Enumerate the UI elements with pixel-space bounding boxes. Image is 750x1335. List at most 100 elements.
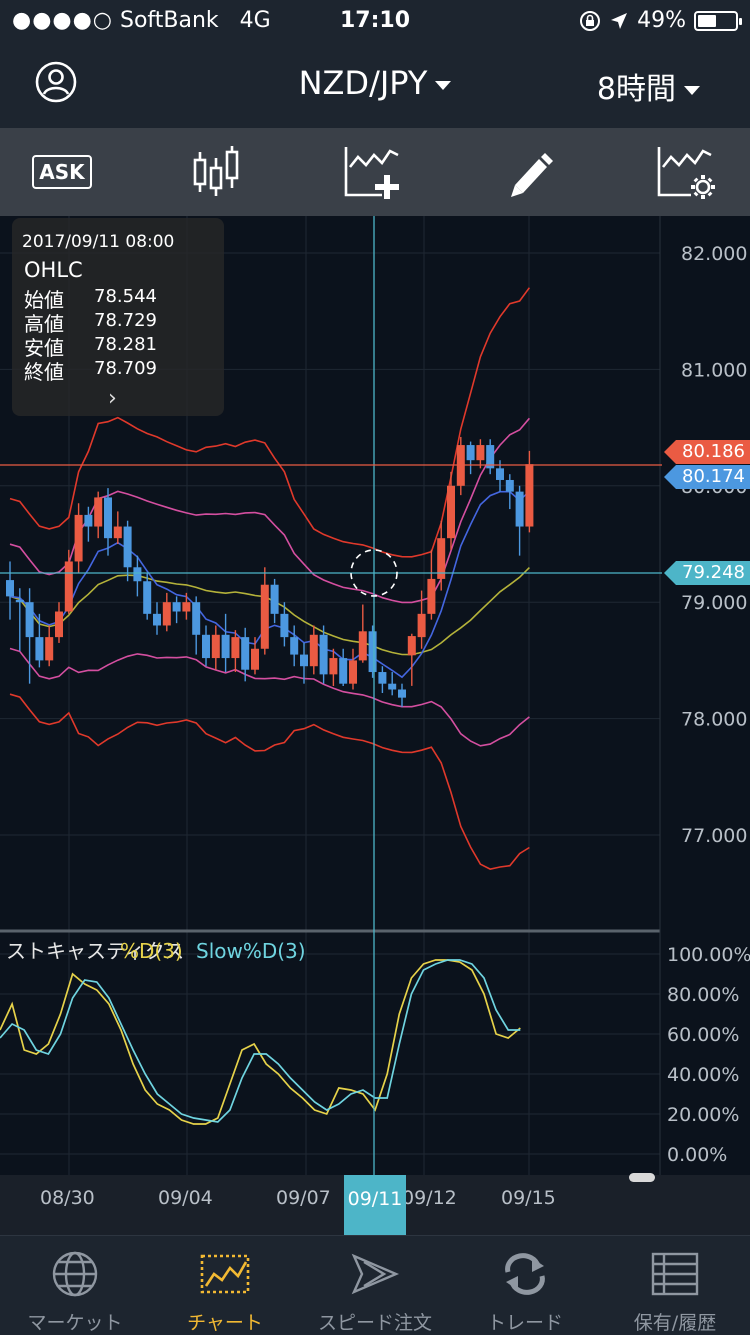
bid-price-value: 80.186 xyxy=(682,441,745,462)
stoch-d-label: %D(3) xyxy=(120,939,183,963)
candle-body xyxy=(525,464,534,527)
status-bar: ●●●●○ SoftBank 4G 17:10 49% xyxy=(0,0,750,42)
candle-body xyxy=(211,634,220,659)
bid-price-tag: 80.186 xyxy=(664,440,750,464)
crosshair-price-value: 79.248 xyxy=(682,562,745,583)
battery-percent: 49% xyxy=(637,8,686,33)
chart-settings-button[interactable] xyxy=(654,142,718,202)
candle-body xyxy=(515,491,524,527)
ohlc-popup[interactable]: 2017/09/11 08:00 OHLC 始値 78.544 高値 78.729 … xyxy=(12,218,224,416)
period-selector[interactable]: 8時間 xyxy=(597,64,700,108)
crosshair-date-label: 09/11 xyxy=(344,1175,406,1235)
candle-body xyxy=(182,602,191,612)
tab-speed-order[interactable]: スピード注文 xyxy=(300,1236,450,1335)
candle-body xyxy=(417,613,426,638)
x-tick-label: 09/15 xyxy=(501,1187,556,1209)
candle-body xyxy=(113,526,122,539)
candle-body xyxy=(104,497,112,539)
candle-body xyxy=(447,485,455,539)
chart-icon xyxy=(200,1254,250,1294)
y-tick-label: 77.000 xyxy=(681,825,747,847)
ask-bid-toggle-button[interactable]: ASK xyxy=(30,142,94,202)
candle-body xyxy=(339,658,348,684)
ohlc-close-row: 終値 78.709 xyxy=(24,356,214,385)
candle-body xyxy=(231,637,240,659)
candle-body xyxy=(427,578,436,614)
tab-chart[interactable]: チャート xyxy=(150,1236,300,1335)
candle-body xyxy=(319,634,328,675)
candle-body xyxy=(35,637,44,661)
candle-body xyxy=(172,602,181,612)
candle-body xyxy=(45,637,54,661)
drawing-tool-button[interactable] xyxy=(498,142,562,202)
stoch-slow-label: Slow%D(3) xyxy=(196,939,306,963)
ohlc-datetime: 2017/09/11 08:00 xyxy=(22,232,175,252)
candle-body xyxy=(260,584,269,649)
tab-trade[interactable]: トレード xyxy=(450,1236,600,1335)
candle-body xyxy=(64,561,73,612)
candle-body xyxy=(300,654,308,667)
crosshair-price-tag: 79.248 xyxy=(664,561,750,585)
candle-body xyxy=(270,584,279,614)
chevron-down-icon xyxy=(435,80,452,90)
battery-icon xyxy=(694,10,742,31)
candle-body xyxy=(55,611,63,638)
candle-body xyxy=(349,660,357,684)
status-right: 49% xyxy=(579,8,742,33)
candle-body xyxy=(6,580,14,597)
candle-body xyxy=(466,445,475,461)
candle-body xyxy=(192,602,201,635)
y-tick-label: 81.000 xyxy=(681,359,747,381)
candle-body xyxy=(84,514,93,527)
candle-body xyxy=(280,613,289,638)
tab-positions-history[interactable]: 保有/履歴 xyxy=(600,1236,750,1335)
ask-price-value: 80.174 xyxy=(682,466,745,487)
candlestick-icon xyxy=(193,146,239,196)
candle-body xyxy=(143,581,152,614)
candle-body xyxy=(398,689,406,698)
candle-body xyxy=(388,683,397,690)
candle-body xyxy=(74,514,83,562)
candle-body xyxy=(25,602,34,638)
list-table-icon xyxy=(651,1252,699,1296)
candle-body xyxy=(15,599,24,603)
stoch-tick-label: 100.00% xyxy=(667,944,750,966)
tab-label: チャート xyxy=(187,1312,263,1334)
candle-body xyxy=(505,479,514,492)
ohlc-low-value: 78.281 xyxy=(94,334,157,355)
candle-body xyxy=(496,468,504,480)
candle-body xyxy=(241,637,250,670)
ohlc-header: OHLC xyxy=(24,258,83,282)
time-axis[interactable]: 08/30 09/04 09/07 09/12 09/15 09/11 xyxy=(0,1175,750,1235)
candle-body xyxy=(290,637,299,655)
x-tick-label: 09/04 xyxy=(158,1187,213,1209)
candle-body xyxy=(309,634,318,667)
stoch-tick-label: 40.00% xyxy=(667,1064,739,1086)
chart-settings-icon xyxy=(657,147,715,199)
candle-body xyxy=(221,634,230,659)
candle-body xyxy=(378,672,387,684)
stoch-tick-label: 0.00% xyxy=(667,1144,727,1166)
stoch-tick-label: 80.00% xyxy=(667,984,739,1006)
candle-body xyxy=(407,636,416,656)
currency-pair-label: NZD/JPY xyxy=(298,64,428,102)
candle-body xyxy=(153,613,161,626)
pencil-icon xyxy=(511,153,553,197)
tab-label: 保有/履歴 xyxy=(633,1312,717,1334)
add-indicator-button[interactable] xyxy=(341,142,405,202)
ohlc-high-value: 78.729 xyxy=(94,310,157,331)
tab-label: マーケット xyxy=(27,1312,123,1334)
stoch-tick-label: 20.00% xyxy=(667,1104,739,1126)
candlestick-type-button[interactable] xyxy=(184,142,248,202)
chevron-right-icon[interactable]: › xyxy=(108,386,117,411)
rotation-lock-icon xyxy=(580,10,601,31)
y-tick-label: 78.000 xyxy=(681,709,747,731)
scroll-handle[interactable] xyxy=(629,1173,655,1182)
tab-label: スピード注文 xyxy=(317,1312,432,1334)
location-arrow-icon xyxy=(611,12,628,29)
x-tick-label: 09/12 xyxy=(402,1187,457,1209)
candle-body xyxy=(476,445,485,461)
candle-body xyxy=(368,631,377,673)
tab-market[interactable]: マーケット xyxy=(0,1236,150,1335)
candle-body xyxy=(162,602,171,626)
